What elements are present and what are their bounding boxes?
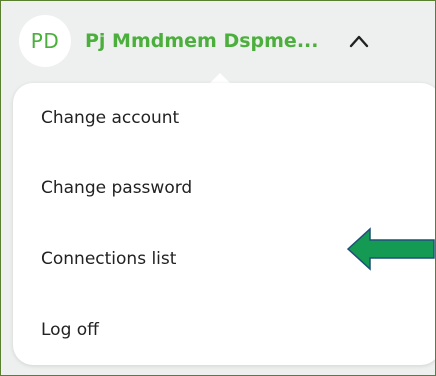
chevron-up-icon[interactable] (348, 30, 370, 52)
account-menu-toggle[interactable]: PD Pj Mmdmem Dspme... (19, 15, 409, 67)
screenshot-frame: PD Pj Mmdmem Dspme... Change account Cha… (0, 0, 436, 376)
menu-item-connections-list[interactable]: Connections list (41, 249, 176, 269)
user-name: Pj Mmdmem Dspme... (85, 30, 319, 52)
menu-item-log-off[interactable]: Log off (41, 320, 99, 340)
menu-item-change-password[interactable]: Change password (41, 178, 192, 198)
account-dropdown-menu: Change account Change password Connectio… (13, 83, 435, 365)
avatar: PD (19, 15, 71, 67)
arrow-left-icon (346, 227, 435, 271)
avatar-initials: PD (30, 29, 60, 53)
menu-item-change-account[interactable]: Change account (41, 108, 179, 128)
